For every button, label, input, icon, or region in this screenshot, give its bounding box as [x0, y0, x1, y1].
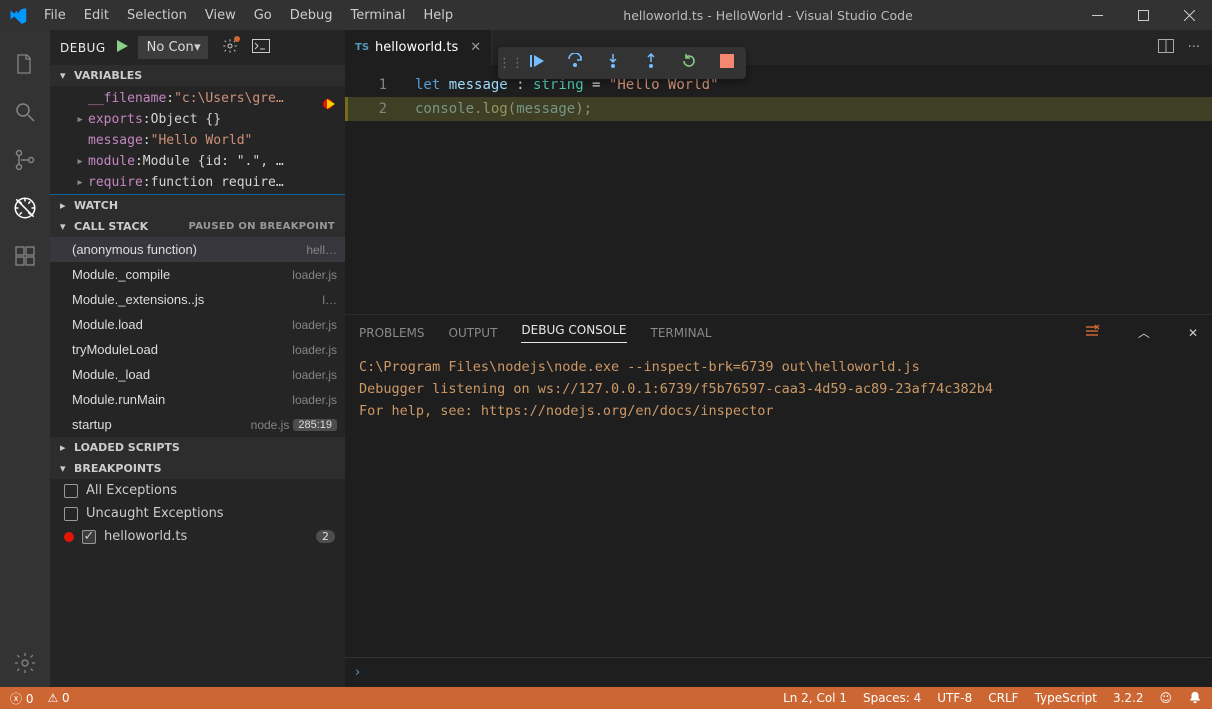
variable-row[interactable]: ▸exports: Object {} — [50, 109, 345, 130]
settings-icon[interactable] — [0, 639, 50, 687]
status-warnings[interactable]: ⚠ 0 — [47, 691, 69, 705]
menu-go[interactable]: Go — [245, 0, 281, 30]
stop-button[interactable] — [708, 54, 746, 72]
close-panel-icon[interactable]: ✕ — [1188, 326, 1198, 340]
breakpoint-dot-icon — [64, 532, 74, 542]
status-ts-version[interactable]: 3.2.2 — [1113, 691, 1144, 705]
search-icon[interactable] — [0, 88, 50, 136]
menu-selection[interactable]: Selection — [118, 0, 196, 30]
tab-debug-console[interactable]: DEBUG CONSOLE — [521, 323, 626, 343]
breakpoint-all-exceptions[interactable]: All Exceptions — [50, 479, 345, 502]
panel: PROBLEMS OUTPUT DEBUG CONSOLE TERMINAL ︿… — [345, 314, 1212, 687]
debug-console-input[interactable]: › — [345, 657, 1212, 687]
stack-frame[interactable]: Module._extensions..jsl… — [50, 287, 345, 312]
status-bar: ⓧ 0 ⚠ 0 Ln 2, Col 1 Spaces: 4 UTF-8 CRLF… — [0, 687, 1212, 709]
minimize-button[interactable] — [1074, 0, 1120, 30]
tab-label: helloworld.ts — [375, 40, 458, 55]
configure-gear-icon[interactable] — [222, 38, 238, 58]
status-eol[interactable]: CRLF — [988, 691, 1018, 705]
step-into-button[interactable] — [594, 53, 632, 73]
vscode-icon — [0, 6, 35, 24]
variables-section-header[interactable]: ▾VARIABLES — [50, 65, 345, 86]
menu-view[interactable]: View — [196, 0, 245, 30]
collapse-panel-icon[interactable]: ︿ — [1138, 324, 1150, 341]
debug-sidebar: DEBUG No Con ▾VARIABLES __filename: "c:\… — [50, 30, 345, 687]
source-control-icon[interactable] — [0, 136, 50, 184]
drag-handle-icon[interactable]: ⋮⋮ — [498, 56, 518, 71]
tab-output[interactable]: OUTPUT — [449, 326, 498, 340]
debug-icon[interactable] — [0, 184, 50, 232]
stack-frame[interactable]: Module.loadloader.js — [50, 312, 345, 337]
activity-bar — [0, 30, 50, 687]
typescript-file-icon: TS — [355, 42, 369, 53]
more-actions-icon[interactable]: ··· — [1188, 40, 1200, 55]
breakpoints-section-header[interactable]: ▾BREAKPOINTS — [50, 458, 345, 479]
checkbox-icon[interactable] — [64, 507, 78, 521]
line-gutter: 1 2 — [345, 65, 399, 121]
explorer-icon[interactable] — [0, 40, 50, 88]
debug-console-output[interactable]: C:\Program Files\nodejs\node.exe --inspe… — [345, 350, 1212, 428]
menubar: File Edit Selection View Go Debug Termin… — [35, 0, 462, 30]
variables-pane: __filename: "c:\Users\gre… ▸exports: Obj… — [50, 86, 345, 195]
tab-helloworld[interactable]: TS helloworld.ts ✕ — [345, 30, 492, 65]
stack-frame[interactable]: Module.runMainloader.js — [50, 387, 345, 412]
current-frame-arrow-icon — [327, 99, 335, 109]
menu-edit[interactable]: Edit — [75, 0, 118, 30]
status-language[interactable]: TypeScript — [1035, 691, 1097, 705]
notifications-icon[interactable] — [1188, 690, 1202, 707]
split-editor-icon[interactable] — [1158, 39, 1174, 57]
breakpoints-pane: All Exceptions Uncaught Exceptions ✓hell… — [50, 479, 345, 548]
stack-frame[interactable]: Module._compileloader.js — [50, 262, 345, 287]
feedback-icon[interactable]: ☺ — [1159, 691, 1172, 705]
stack-frame[interactable]: (anonymous function)hell… — [50, 237, 345, 262]
step-over-button[interactable] — [556, 53, 594, 73]
close-button[interactable] — [1166, 0, 1212, 30]
loaded-scripts-section-header[interactable]: ▸LOADED SCRIPTS — [50, 437, 345, 458]
start-debugging-button[interactable] — [114, 38, 130, 58]
status-encoding[interactable]: UTF-8 — [937, 691, 972, 705]
menu-help[interactable]: Help — [414, 0, 462, 30]
debug-toolbar[interactable]: ⋮⋮ — [498, 47, 746, 79]
launch-config-select[interactable]: No Con — [138, 36, 208, 59]
maximize-button[interactable] — [1120, 0, 1166, 30]
status-cursor-position[interactable]: Ln 2, Col 1 — [783, 691, 847, 705]
callstack-pane: (anonymous function)hell… Module._compil… — [50, 237, 345, 437]
variable-row[interactable]: ▸module: Module {id: ".", … — [50, 151, 345, 172]
variable-row[interactable]: ▸require: function require… — [50, 172, 345, 193]
breakpoint-file[interactable]: ✓helloworld.ts2 — [50, 525, 345, 548]
variable-row[interactable]: message: "Hello World" — [50, 130, 345, 151]
close-icon[interactable]: ✕ — [470, 40, 481, 55]
callstack-section-header[interactable]: ▾CALL STACKPAUSED ON BREAKPOINT — [50, 216, 345, 237]
debug-view-label: DEBUG — [60, 41, 106, 55]
titlebar: File Edit Selection View Go Debug Termin… — [0, 0, 1212, 30]
extensions-icon[interactable] — [0, 232, 50, 280]
stack-frame[interactable]: startupnode.js285:19 — [50, 412, 345, 437]
menu-file[interactable]: File — [35, 0, 75, 30]
watch-section-header[interactable]: ▸WATCH — [50, 195, 345, 216]
status-errors[interactable]: ⓧ 0 — [10, 690, 33, 707]
step-out-button[interactable] — [632, 53, 670, 73]
breakpoint-uncaught-exceptions[interactable]: Uncaught Exceptions — [50, 502, 345, 525]
tab-problems[interactable]: PROBLEMS — [359, 326, 425, 340]
stack-frame[interactable]: tryModuleLoadloader.js — [50, 337, 345, 362]
menu-terminal[interactable]: Terminal — [342, 0, 415, 30]
status-indentation[interactable]: Spaces: 4 — [863, 691, 921, 705]
editor-tabs: TS helloworld.ts ✕ ··· — [345, 30, 1212, 65]
window-title: helloworld.ts - HelloWorld - Visual Stud… — [462, 8, 1074, 23]
code-editor[interactable]: 1 2 let message : string = "Hello World"… — [345, 65, 1212, 314]
continue-button[interactable] — [518, 53, 556, 73]
restart-button[interactable] — [670, 53, 708, 73]
current-execution-line — [345, 97, 1212, 121]
stack-frame[interactable]: Module._loadloader.js — [50, 362, 345, 387]
variable-row[interactable]: __filename: "c:\Users\gre… — [50, 88, 345, 109]
breakpoint-line-badge: 2 — [316, 530, 335, 543]
menu-debug[interactable]: Debug — [281, 0, 342, 30]
checkbox-icon[interactable]: ✓ — [82, 530, 96, 544]
checkbox-icon[interactable] — [64, 484, 78, 498]
tab-terminal[interactable]: TERMINAL — [651, 326, 712, 340]
debug-console-icon[interactable] — [252, 39, 270, 57]
clear-console-icon[interactable] — [1084, 323, 1100, 342]
